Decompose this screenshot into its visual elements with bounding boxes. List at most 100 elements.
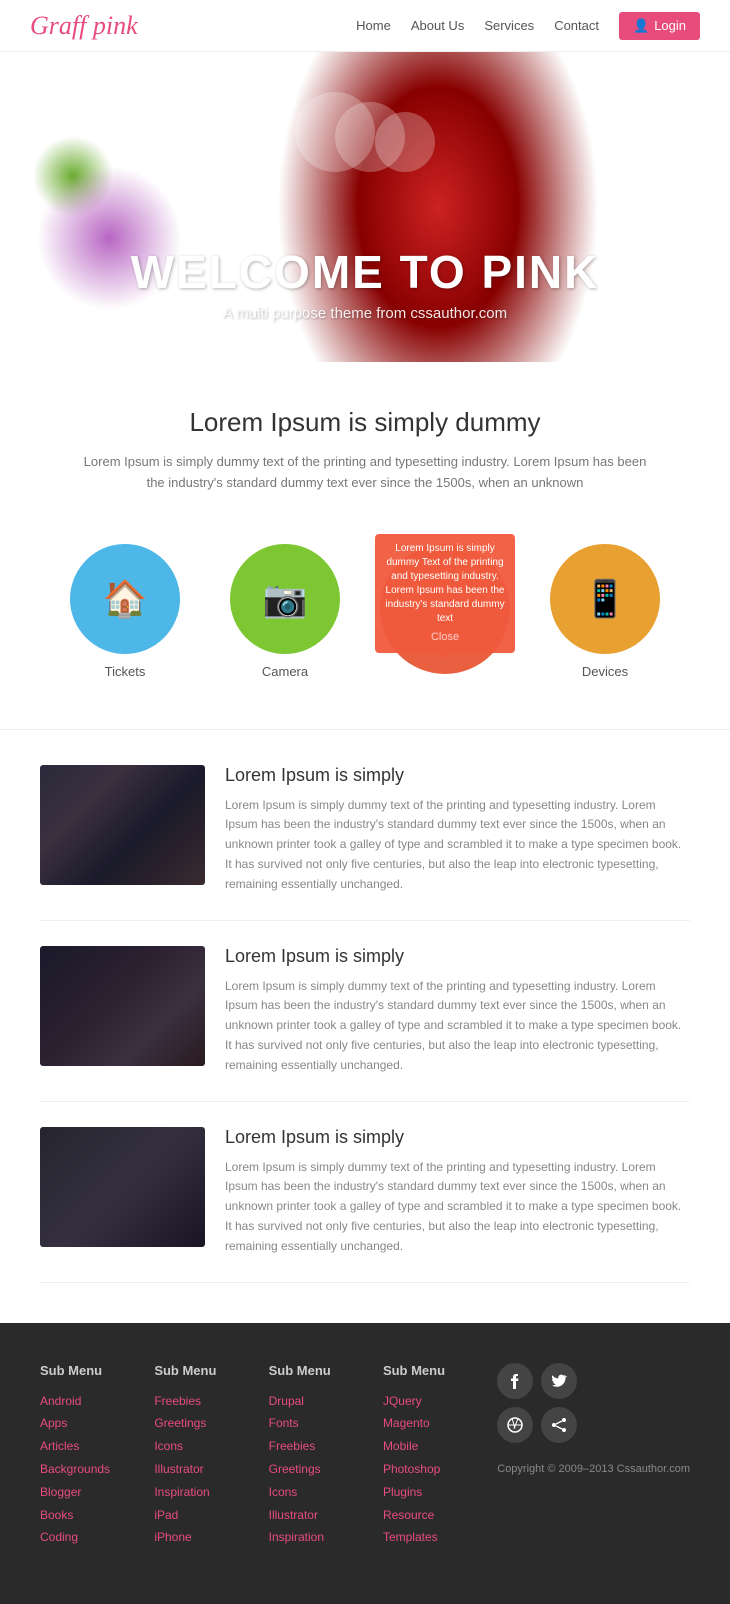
footer-link[interactable]: iPhone [154, 1526, 268, 1549]
devices-icon: 📱 [583, 578, 628, 620]
header: Graff pink Home About Us Services Contac… [0, 0, 730, 52]
icon-item-tickets: 🏠 Tickets [65, 544, 185, 679]
footer-link[interactable]: Magento [383, 1412, 497, 1435]
footer-link[interactable]: Resource [383, 1504, 497, 1527]
intro-body: Lorem Ipsum is simply dummy text of the … [80, 452, 650, 494]
logo-text: Graff [30, 11, 86, 40]
dribbble-icon[interactable] [497, 1407, 533, 1443]
footer-columns: Sub Menu Android Apps Articles Backgroun… [40, 1363, 690, 1550]
footer-link[interactable]: Greetings [269, 1458, 383, 1481]
footer-social-section: Copyright © 2009–2013 Cssauthor.com [497, 1363, 690, 1550]
footer-link[interactable]: Apps [40, 1412, 154, 1435]
icon-circle-red[interactable]: Lorem Ipsum is simply dummy Text of the … [380, 544, 510, 674]
posts-section: Lorem Ipsum is simply Lorem Ipsum is sim… [0, 729, 730, 1323]
logo-accent: pink [86, 11, 137, 40]
intro-section: Lorem Ipsum is simply dummy Lorem Ipsum … [0, 362, 730, 524]
login-button[interactable]: 👤 Login [619, 12, 700, 40]
nav-contact[interactable]: Contact [554, 18, 599, 33]
icon-section: 🏠 Tickets 📷 Camera Lorem Ipsum is simply… [0, 524, 730, 729]
post-item-1: Lorem Ipsum is simply Lorem Ipsum is sim… [40, 740, 690, 921]
footer-link[interactable]: Icons [154, 1435, 268, 1458]
post-thumb-1 [40, 765, 205, 885]
tickets-icon: 🏠 [103, 578, 148, 620]
footer-link[interactable]: Articles [40, 1435, 154, 1458]
footer-link[interactable]: Blogger [40, 1481, 154, 1504]
devices-label: Devices [582, 664, 628, 679]
post-title-1: Lorem Ipsum is simply [225, 765, 690, 786]
post-body-1: Lorem Ipsum is simply dummy text of the … [225, 796, 690, 895]
login-label: Login [654, 18, 686, 33]
footer-col-2: Sub Menu Freebies Greetings Icons Illust… [154, 1363, 268, 1550]
footer-link[interactable]: Templates [383, 1526, 497, 1549]
footer-col-4: Sub Menu JQuery Magento Mobile Photoshop… [383, 1363, 497, 1550]
nav-services[interactable]: Services [484, 18, 534, 33]
footer-link[interactable]: Drupal [269, 1390, 383, 1413]
tooltip-popup: Lorem Ipsum is simply dummy Text of the … [375, 534, 515, 653]
icon-item-tooltip: Lorem Ipsum is simply dummy Text of the … [385, 544, 505, 679]
post-thumb-2 [40, 946, 205, 1066]
post-title-2: Lorem Ipsum is simply [225, 946, 690, 967]
logo: Graff pink [30, 11, 138, 41]
post-body-2: Lorem Ipsum is simply dummy text of the … [225, 977, 690, 1076]
icon-item-devices: 📱 Devices [545, 544, 665, 679]
footer-link[interactable]: JQuery [383, 1390, 497, 1413]
footer-link[interactable]: Backgrounds [40, 1458, 154, 1481]
post-image-3 [40, 1127, 205, 1247]
hero-section: WELCOME TO PINK A multi purpose theme fr… [0, 52, 730, 362]
hero-title: WELCOME TO PINK [131, 245, 600, 299]
camera-label: Camera [262, 664, 308, 679]
footer-col-3-heading: Sub Menu [269, 1363, 383, 1378]
footer-link[interactable]: iPad [154, 1504, 268, 1527]
hero-subtitle: A multi purpose theme from cssauthor.com [223, 305, 507, 322]
footer-link[interactable]: Inspiration [269, 1526, 383, 1549]
post-thumb-3 [40, 1127, 205, 1247]
nav-home[interactable]: Home [356, 18, 391, 33]
footer-link[interactable]: Mobile [383, 1435, 497, 1458]
nav-about[interactable]: About Us [411, 18, 464, 33]
icon-circle-camera[interactable]: 📷 [230, 544, 340, 654]
footer-link[interactable]: Photoshop [383, 1458, 497, 1481]
camera-icon: 📷 [263, 578, 308, 620]
hero-overlay: WELCOME TO PINK A multi purpose theme fr… [0, 52, 730, 362]
footer: Sub Menu Android Apps Articles Backgroun… [0, 1323, 730, 1604]
post-content-3: Lorem Ipsum is simply Lorem Ipsum is sim… [225, 1127, 690, 1257]
copyright: Copyright © 2009–2013 Cssauthor.com [497, 1463, 690, 1475]
post-image-1 [40, 765, 205, 885]
footer-link[interactable]: Greetings [154, 1412, 268, 1435]
post-item-3: Lorem Ipsum is simply Lorem Ipsum is sim… [40, 1102, 690, 1283]
footer-link[interactable]: Plugins [383, 1481, 497, 1504]
footer-link[interactable]: Freebies [269, 1435, 383, 1458]
icon-circle-devices[interactable]: 📱 [550, 544, 660, 654]
post-title-3: Lorem Ipsum is simply [225, 1127, 690, 1148]
user-icon: 👤 [633, 18, 649, 34]
twitter-icon[interactable] [541, 1363, 577, 1399]
tooltip-close[interactable]: Close [383, 630, 507, 645]
footer-col-2-heading: Sub Menu [154, 1363, 268, 1378]
footer-link[interactable]: Freebies [154, 1390, 268, 1413]
footer-col-3: Sub Menu Drupal Fonts Freebies Greetings… [269, 1363, 383, 1550]
post-content-1: Lorem Ipsum is simply Lorem Ipsum is sim… [225, 765, 690, 895]
footer-link[interactable]: Fonts [269, 1412, 383, 1435]
tooltip-text: Lorem Ipsum is simply dummy Text of the … [385, 543, 504, 624]
icon-circle-tickets[interactable]: 🏠 [70, 544, 180, 654]
facebook-icon[interactable] [497, 1363, 533, 1399]
footer-link[interactable]: Icons [269, 1481, 383, 1504]
post-image-2 [40, 946, 205, 1066]
footer-col-4-heading: Sub Menu [383, 1363, 497, 1378]
social-icons [497, 1363, 607, 1443]
footer-link[interactable]: Illustrator [269, 1504, 383, 1527]
tickets-label: Tickets [105, 664, 146, 679]
footer-col-1: Sub Menu Android Apps Articles Backgroun… [40, 1363, 154, 1550]
main-nav: Home About Us Services Contact 👤 Login [356, 12, 700, 40]
post-item-2: Lorem Ipsum is simply Lorem Ipsum is sim… [40, 921, 690, 1102]
footer-link[interactable]: Illustrator [154, 1458, 268, 1481]
footer-link[interactable]: Coding [40, 1526, 154, 1549]
icon-item-camera: 📷 Camera [225, 544, 345, 679]
post-content-2: Lorem Ipsum is simply Lorem Ipsum is sim… [225, 946, 690, 1076]
intro-heading: Lorem Ipsum is simply dummy [80, 407, 650, 438]
footer-link[interactable]: Inspiration [154, 1481, 268, 1504]
post-body-3: Lorem Ipsum is simply dummy text of the … [225, 1158, 690, 1257]
share-icon[interactable] [541, 1407, 577, 1443]
footer-link[interactable]: Android [40, 1390, 154, 1413]
footer-link[interactable]: Books [40, 1504, 154, 1527]
